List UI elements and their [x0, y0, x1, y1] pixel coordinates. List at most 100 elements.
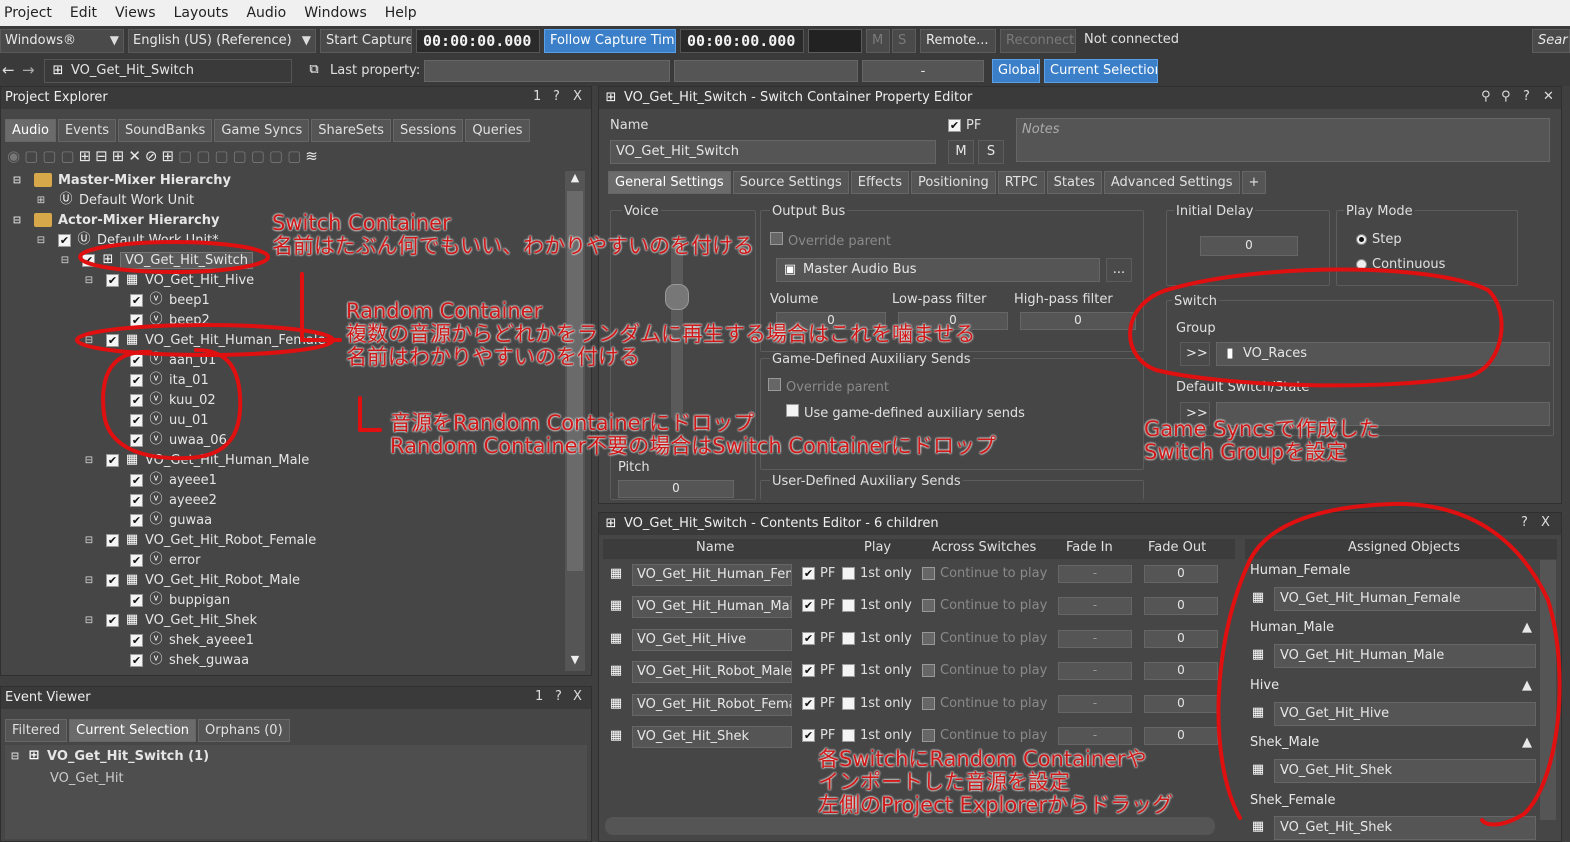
tab-current-selection[interactable]: Current Selection: [69, 719, 197, 742]
checkbox[interactable]: [842, 631, 855, 645]
search-input[interactable]: Sear: [1532, 29, 1570, 53]
fade-out-field[interactable]: 0: [1144, 694, 1218, 713]
contents-row-name[interactable]: VO_Get_Hit_Hive: [632, 628, 792, 651]
checkbox[interactable]: ✔: [82, 253, 95, 267]
pf-checkbox-group[interactable]: ✔ PF: [802, 598, 835, 613]
continue-to-play-checkbox[interactable]: Continue to play: [922, 566, 1047, 581]
tree-item-sound[interactable]: ✔ ⓥ uu_01: [108, 410, 209, 430]
tree-item-random-container[interactable]: ⊟ ✔ ▦ VO_Get_Hit_Robot_Female: [84, 530, 316, 550]
fade-in-field[interactable]: -: [1058, 565, 1132, 583]
current-selection-button[interactable]: Current Selection: [1044, 59, 1158, 83]
fade-out-field[interactable]: 0: [1144, 629, 1218, 648]
radio-button[interactable]: [1356, 234, 1367, 245]
continue-to-play-checkbox[interactable]: Continue to play: [922, 696, 1047, 711]
tree-item-sound[interactable]: ✔ ⓥ guwaa: [108, 510, 212, 530]
contents-row[interactable]: ▦ VO_Get_Hit_Robot_Male ✔ PF 1st only Continu…: [606, 658, 1236, 684]
property-value-field[interactable]: [674, 60, 858, 82]
pf-checkbox-group[interactable]: ✔ PF: [802, 631, 835, 646]
collapse-up-icon[interactable]: ▲: [1522, 620, 1532, 635]
checkbox[interactable]: ✔: [130, 553, 143, 567]
contents-row-name[interactable]: VO_Get_Hit_Human_Fem: [632, 564, 792, 586]
first-only-checkbox[interactable]: 1st only: [842, 728, 912, 743]
collapse-icon[interactable]: ⊟: [36, 235, 46, 246]
step-radio[interactable]: Step: [1356, 232, 1402, 247]
checkbox[interactable]: ✔: [802, 599, 815, 613]
tab-sharesets[interactable]: ShareSets: [311, 119, 391, 142]
menu-views[interactable]: Views: [111, 5, 164, 21]
checkbox[interactable]: ✔: [130, 653, 143, 667]
checkbox[interactable]: [922, 729, 935, 742]
checkbox[interactable]: [922, 567, 935, 580]
checkbox[interactable]: ✔: [802, 567, 815, 580]
property-slider[interactable]: -: [862, 60, 984, 82]
back-arrow-icon[interactable]: ←: [2, 61, 15, 79]
fade-in-field[interactable]: -: [1058, 597, 1132, 616]
checkbox[interactable]: [768, 378, 781, 391]
checkbox[interactable]: ✔: [130, 493, 143, 507]
add-object-icon[interactable]: ⊞⊟⊞✕⊘⊞: [79, 147, 178, 165]
checkbox[interactable]: ✔: [130, 513, 143, 527]
assigned-scrollbar[interactable]: [1540, 560, 1556, 820]
assigned-object-item[interactable]: ▦ VO_Get_Hit_Shek: [1246, 815, 1536, 841]
column-play[interactable]: Play: [864, 540, 891, 555]
tab-source-settings[interactable]: Source Settings: [732, 171, 849, 194]
assigned-object-item[interactable]: ▦ VO_Get_Hit_Human_Female: [1246, 586, 1536, 612]
tab-advanced-settings[interactable]: Advanced Settings: [1103, 171, 1240, 194]
solo-button[interactable]: S: [892, 29, 916, 53]
pitch-field[interactable]: 0: [618, 480, 734, 498]
horizontal-scrollbar[interactable]: [605, 817, 1215, 835]
tab-rtpc[interactable]: RTPC: [997, 171, 1045, 194]
tree-item-sound[interactable]: ✔ ⓥ ayeee1: [108, 470, 217, 490]
checkbox[interactable]: [922, 696, 935, 710]
close-button[interactable]: X: [573, 689, 582, 704]
event-item[interactable]: VO_Get_Hit: [50, 768, 124, 788]
radio-button[interactable]: [1356, 259, 1367, 270]
column-fade-out[interactable]: Fade Out: [1148, 540, 1206, 555]
wave-icon[interactable]: ≋: [305, 147, 322, 165]
checkbox[interactable]: ✔: [130, 353, 143, 367]
initial-delay-field[interactable]: 0: [1200, 236, 1298, 256]
highpass-field[interactable]: 0: [1020, 312, 1136, 330]
remote-button[interactable]: Remote...: [920, 29, 996, 53]
name-field[interactable]: VO_Get_Hit_Switch: [610, 140, 936, 164]
tab-effects[interactable]: Effects: [850, 171, 909, 194]
checkbox[interactable]: [922, 664, 935, 678]
language-select[interactable]: English (US) (Reference) ▼: [128, 29, 316, 53]
help-button[interactable]: ?: [1523, 89, 1530, 104]
collapse-icon[interactable]: ⊟: [84, 575, 94, 586]
help-button[interactable]: ?: [1521, 515, 1528, 530]
menu-windows[interactable]: Windows: [300, 5, 375, 21]
override-parent-aux-checkbox[interactable]: Override parent: [768, 378, 889, 395]
collapse-icon[interactable]: ⊟: [10, 751, 20, 762]
follow-capture-time-button[interactable]: Follow Capture Time: [544, 29, 676, 53]
checkbox[interactable]: ✔: [130, 293, 143, 307]
tab-soundbanks[interactable]: SoundBanks: [117, 119, 213, 142]
start-capture-button[interactable]: Start Capture: [320, 29, 412, 53]
checkbox[interactable]: ✔: [130, 633, 143, 647]
tree-item-default-work-unit[interactable]: ⊞ Ⓤ Default Work Unit: [36, 190, 194, 210]
continue-to-play-checkbox[interactable]: Continue to play: [922, 728, 1047, 743]
first-only-checkbox[interactable]: 1st only: [842, 631, 912, 646]
menu-help[interactable]: Help: [381, 5, 425, 21]
tree-item-random-container[interactable]: ⊟ ✔ ▦ VO_Get_Hit_Shek: [84, 610, 257, 630]
tab-states[interactable]: States: [1046, 171, 1102, 194]
checkbox[interactable]: ✔: [130, 313, 143, 327]
pin-button[interactable]: 1: [535, 689, 543, 704]
switch-group-field[interactable]: ▮ VO_Races: [1216, 342, 1550, 366]
first-only-checkbox[interactable]: 1st only: [842, 696, 912, 711]
collapse-icon[interactable]: ⊟: [84, 535, 94, 546]
global-button[interactable]: Global: [992, 59, 1040, 83]
checkbox[interactable]: ✔: [130, 413, 143, 427]
checkbox[interactable]: [842, 696, 855, 710]
tab-add[interactable]: +: [1241, 171, 1267, 194]
tree-item-sound[interactable]: ✔ ⓥ buppigan: [108, 590, 230, 610]
collapse-up-icon[interactable]: ▲: [1522, 678, 1532, 693]
pin-icon[interactable]: ⚲: [1481, 89, 1491, 104]
checkbox[interactable]: [770, 232, 783, 245]
menu-project[interactable]: Project: [0, 5, 60, 21]
reconnect-button[interactable]: Reconnect: [1000, 29, 1076, 53]
checkbox[interactable]: ✔: [948, 119, 961, 132]
checkbox[interactable]: [786, 404, 799, 417]
contents-row-name[interactable]: VO_Get_Hit_Robot_Female: [632, 693, 792, 716]
close-button[interactable]: X: [1541, 515, 1550, 530]
